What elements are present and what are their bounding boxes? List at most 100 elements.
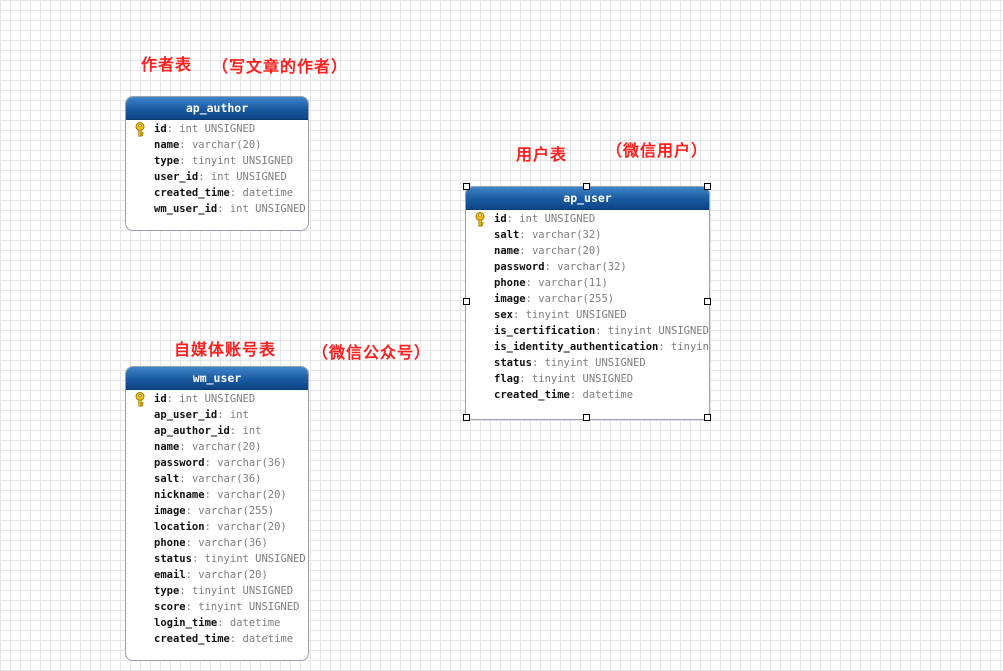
field-type: : datetime <box>229 187 294 199</box>
field-row[interactable]: location: varchar(20) <box>126 519 308 535</box>
field-row[interactable]: created_time: datetime <box>466 387 709 403</box>
field-row[interactable]: name: varchar(20) <box>126 137 308 153</box>
field-row[interactable]: image: varchar(255) <box>126 503 308 519</box>
field-row[interactable]: flag: tinyint UNSIGNED <box>466 371 709 387</box>
field-row[interactable]: password: varchar(32) <box>466 259 709 275</box>
field-name: created_time <box>154 187 230 199</box>
field-row[interactable]: salt: varchar(36) <box>126 471 308 487</box>
field-row[interactable]: phone: varchar(11) <box>466 275 709 291</box>
resize-handle-top[interactable] <box>583 183 590 190</box>
field-type: : int <box>229 425 262 437</box>
field-type: : tinyint <box>658 341 710 353</box>
field-type: : tinyint UNSIGNED <box>595 325 709 337</box>
field-type: : tinyint UNSIGNED <box>512 309 627 321</box>
field-type: : varchar(36) <box>204 457 287 469</box>
field-name: type <box>154 155 180 167</box>
field-row[interactable]: status: tinyint UNSIGNED <box>466 355 709 371</box>
field-name: is_identity_authentication <box>494 341 659 353</box>
field-type: : varchar(36) <box>185 537 268 549</box>
field-type: : int UNSIGNED <box>166 393 256 405</box>
field-name: password <box>494 261 545 273</box>
field-type: : int UNSIGNED <box>506 213 596 225</box>
field-type: : datetime <box>229 633 294 645</box>
field-type: : varchar(36) <box>179 473 262 485</box>
table-title: ap_author <box>126 97 308 120</box>
field-name: ap_user_id <box>154 409 218 421</box>
field-name: name <box>154 139 180 151</box>
user-table-note: （微信用户） <box>606 141 709 160</box>
field-row[interactable]: nickname: varchar(20) <box>126 487 308 503</box>
field-name: id <box>494 213 507 225</box>
author-table-note: （写文章的作者） <box>212 57 349 76</box>
field-row[interactable]: name: varchar(20) <box>466 243 709 259</box>
field-list: id: int UNSIGNED name: varchar(20) type: t… <box>126 120 308 217</box>
resize-handle-top-right[interactable] <box>704 183 711 190</box>
field-row[interactable]: score: tinyint UNSIGNED <box>126 599 308 615</box>
field-row[interactable]: id: int UNSIGNED <box>126 121 308 137</box>
field-row[interactable]: id: int UNSIGNED <box>466 211 709 227</box>
field-type: : varchar(20) <box>204 489 287 501</box>
field-name: score <box>154 601 186 613</box>
field-type: : varchar(20) <box>519 245 602 257</box>
field-row[interactable]: email: varchar(20) <box>126 567 308 583</box>
field-name: type <box>154 585 180 597</box>
field-row[interactable]: status: tinyint UNSIGNED <box>126 551 308 567</box>
field-row[interactable]: type: tinyint UNSIGNED <box>126 583 308 599</box>
field-row[interactable]: is_certification: tinyint UNSIGNED <box>466 323 709 339</box>
field-name: sex <box>494 309 513 321</box>
field-row[interactable]: salt: varchar(32) <box>466 227 709 243</box>
field-name: name <box>154 441 180 453</box>
field-name: image <box>494 293 526 305</box>
resize-handle-bottom-right[interactable] <box>704 414 711 421</box>
resize-handle-left[interactable] <box>463 298 470 305</box>
field-name: image <box>154 505 186 517</box>
field-row[interactable]: ap_author_id: int <box>126 423 308 439</box>
field-name: id <box>154 123 167 135</box>
field-name: password <box>154 457 205 469</box>
field-type: : tinyint UNSIGNED <box>531 357 646 369</box>
field-row[interactable]: image: varchar(255) <box>466 291 709 307</box>
field-type: : varchar(32) <box>519 229 602 241</box>
field-row[interactable]: login_time: datetime <box>126 615 308 631</box>
field-name: flag <box>494 373 520 385</box>
field-type: : varchar(20) <box>179 139 262 151</box>
field-row[interactable]: phone: varchar(36) <box>126 535 308 551</box>
field-row[interactable]: type: tinyint UNSIGNED <box>126 153 308 169</box>
field-type: : int UNSIGNED <box>217 203 306 215</box>
field-type: : tinyint UNSIGNED <box>191 553 306 565</box>
field-row[interactable]: user_id: int UNSIGNED <box>126 169 308 185</box>
table-ap-user[interactable]: ap_user id: int UNSIGNED salt: varchar(32… <box>465 186 710 420</box>
field-row[interactable]: is_identity_authentication: tinyint <box>466 339 709 355</box>
resize-handle-top-left[interactable] <box>463 183 470 190</box>
field-type: : tinyint UNSIGNED <box>179 155 294 167</box>
author-table-caption: 作者表 <box>141 55 193 74</box>
field-name: wm_user_id <box>154 203 218 215</box>
field-row[interactable]: created_time: datetime <box>126 185 308 201</box>
field-row[interactable]: id: int UNSIGNED <box>126 391 308 407</box>
field-name: salt <box>154 473 180 485</box>
wm-table-caption: 自媒体账号表 <box>174 340 277 359</box>
field-list: id: int UNSIGNED ap_user_id: int ap_author… <box>126 390 308 647</box>
key-icon <box>134 122 146 137</box>
field-name: salt <box>494 229 520 241</box>
resize-handle-bottom-left[interactable] <box>463 414 470 421</box>
field-row[interactable]: ap_user_id: int <box>126 407 308 423</box>
field-type: : int <box>217 409 249 421</box>
field-type: : int UNSIGNED <box>166 123 256 135</box>
field-type: : varchar(20) <box>179 441 262 453</box>
field-row[interactable]: wm_user_id: int UNSIGNED <box>126 201 308 217</box>
field-name: name <box>494 245 520 257</box>
field-row[interactable]: sex: tinyint UNSIGNED <box>466 307 709 323</box>
wm-table-note: （微信公众号） <box>312 343 432 362</box>
table-wm-user[interactable]: wm_user id: int UNSIGNED ap_user_id: int a… <box>125 366 309 661</box>
resize-handle-right[interactable] <box>704 298 711 305</box>
field-row[interactable]: name: varchar(20) <box>126 439 308 455</box>
field-type: : datetime <box>217 617 281 629</box>
field-type: : varchar(20) <box>204 521 287 533</box>
field-name: created_time <box>494 389 570 401</box>
resize-handle-bottom[interactable] <box>583 414 590 421</box>
table-ap-author[interactable]: ap_author id: int UNSIGNED name: varchar(… <box>125 96 309 231</box>
field-row[interactable]: created_time: datetime <box>126 631 308 647</box>
field-row[interactable]: password: varchar(36) <box>126 455 308 471</box>
field-name: login_time <box>154 617 218 629</box>
